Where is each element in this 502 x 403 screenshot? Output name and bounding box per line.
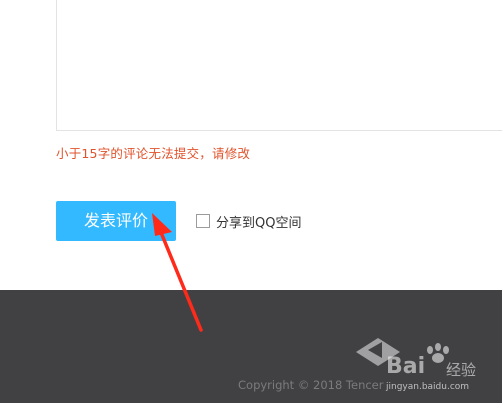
share-checkbox[interactable]	[196, 214, 210, 228]
share-label: 分享到QQ空间	[216, 215, 302, 231]
review-textarea[interactable]	[56, 0, 502, 131]
submit-review-button[interactable]: 发表评价	[56, 201, 176, 241]
baidu-jingyan-watermark	[356, 338, 449, 366]
share-qzone-option[interactable]: 分享到QQ空间	[196, 213, 302, 231]
watermark-brand-suffix: 经验	[446, 361, 477, 379]
watermark-brand: Bai	[386, 354, 426, 379]
validation-hint: 小于15字的评论无法提交，请修改	[56, 146, 251, 161]
watermark-url: jingyan.baidu.com	[386, 382, 470, 392]
